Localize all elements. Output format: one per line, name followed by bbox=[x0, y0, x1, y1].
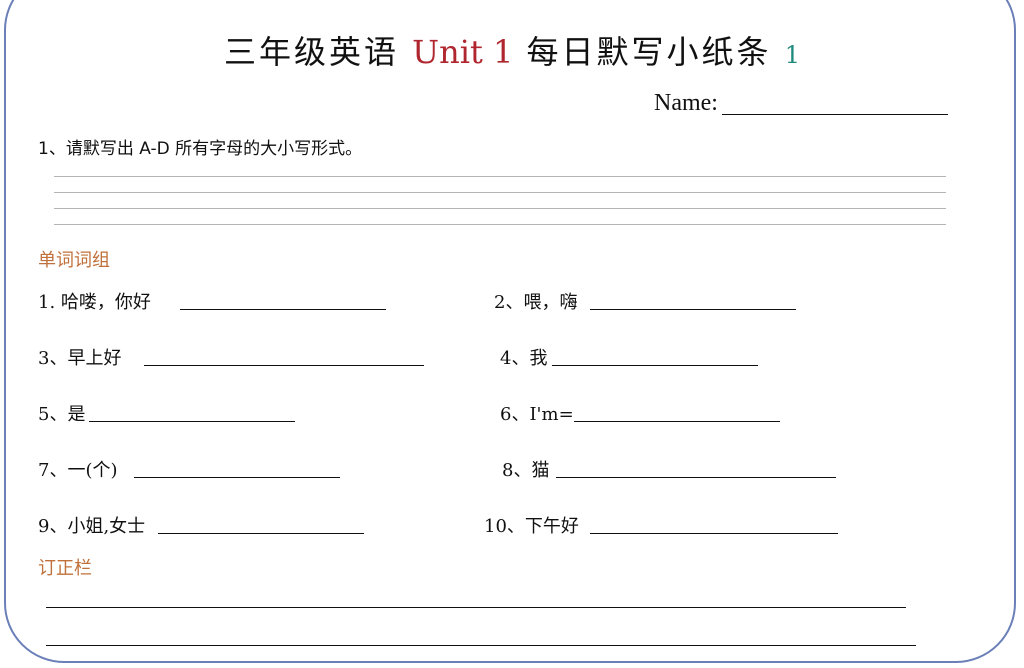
title-unit: Unit 1 bbox=[412, 33, 514, 71]
item-4-blank[interactable] bbox=[552, 365, 758, 366]
title-suffix: 每日默写小纸条 bbox=[526, 33, 772, 71]
item-8: 8、猫 bbox=[502, 460, 550, 481]
name-blank[interactable] bbox=[722, 114, 948, 115]
item-1: 1. 哈喽，你好 bbox=[38, 292, 151, 313]
item-8-blank[interactable] bbox=[556, 477, 836, 478]
item-7-blank[interactable] bbox=[134, 477, 340, 478]
item-4: 4、我 bbox=[500, 348, 548, 369]
item-10: 10、下午好 bbox=[484, 516, 579, 537]
guide-line-3[interactable] bbox=[54, 208, 946, 209]
item-7: 7、一(个) bbox=[38, 460, 118, 481]
item-3-blank[interactable] bbox=[144, 365, 424, 366]
guide-line-1[interactable] bbox=[54, 176, 946, 177]
item-1-blank[interactable] bbox=[180, 309, 386, 310]
item-5: 5、是 bbox=[38, 404, 86, 425]
item-3: 3、早上好 bbox=[38, 348, 122, 369]
item-10-blank[interactable] bbox=[590, 533, 838, 534]
section-words: 单词词组 bbox=[38, 250, 110, 271]
item-6-blank[interactable] bbox=[574, 421, 780, 422]
item-5-blank[interactable] bbox=[89, 421, 295, 422]
section-correction: 订正栏 bbox=[38, 558, 92, 579]
worksheet-border bbox=[4, 0, 1016, 663]
name-label: Name: bbox=[654, 90, 718, 116]
item-9-blank[interactable] bbox=[158, 533, 364, 534]
question-1: 1、请默写出 A-D 所有字母的大小写形式。 bbox=[38, 139, 363, 159]
title-prefix: 三年级英语 bbox=[223, 33, 399, 71]
item-6: 6、I'm= bbox=[500, 404, 574, 425]
page-title: 三年级英语 Unit 1 每日默写小纸条 1 bbox=[0, 27, 1024, 73]
title-number: 1 bbox=[784, 41, 801, 69]
item-9: 9、小姐,女士 bbox=[38, 516, 146, 537]
correction-line-1[interactable] bbox=[46, 607, 906, 608]
item-2-blank[interactable] bbox=[590, 309, 796, 310]
item-2: 2、喂，嗨 bbox=[494, 292, 578, 313]
correction-line-2[interactable] bbox=[46, 645, 916, 646]
guide-line-4[interactable] bbox=[54, 224, 946, 225]
guide-line-2[interactable] bbox=[54, 192, 946, 193]
